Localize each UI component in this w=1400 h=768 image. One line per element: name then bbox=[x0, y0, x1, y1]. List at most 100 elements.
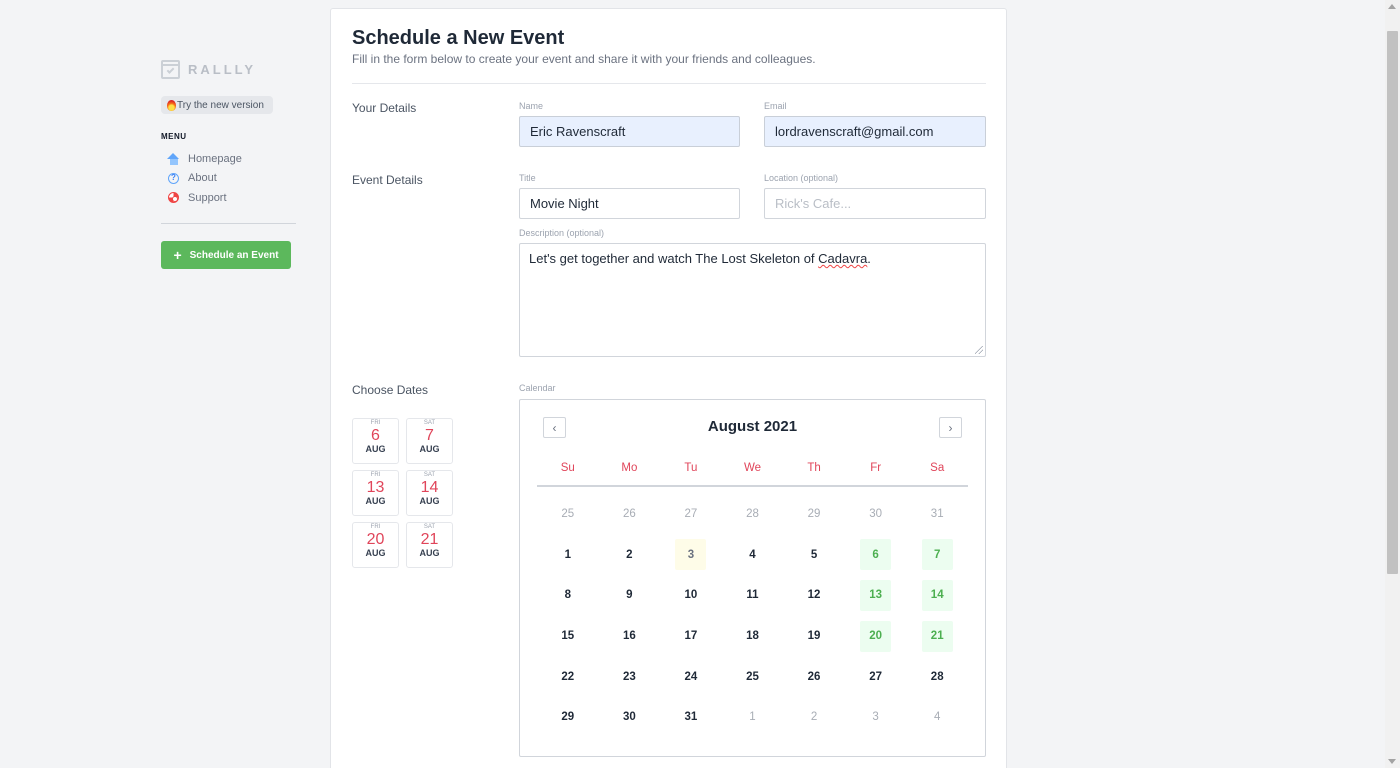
scroll-down-icon[interactable] bbox=[1388, 759, 1396, 764]
menu-item-homepage[interactable]: Homepage bbox=[167, 152, 296, 167]
scrollbar-thumb[interactable] bbox=[1387, 31, 1398, 574]
flame-icon bbox=[167, 99, 176, 111]
calendar-day[interactable]: 4 bbox=[737, 539, 768, 570]
chip-day: 21 bbox=[420, 531, 439, 548]
calendar-day-selected[interactable]: 21 bbox=[921, 620, 953, 652]
description-misspelled-word: Cadavra bbox=[818, 251, 868, 266]
calendar-day[interactable]: 1 bbox=[737, 702, 768, 733]
calendar-day[interactable]: 12 bbox=[799, 580, 830, 611]
schedule-event-label: Schedule an Event bbox=[189, 249, 279, 261]
calendar-day[interactable]: 17 bbox=[675, 621, 706, 652]
calendar-day[interactable]: 22 bbox=[552, 661, 583, 692]
location-input[interactable]: Rick's Cafe... bbox=[764, 188, 986, 219]
calendar-day[interactable]: 26 bbox=[799, 661, 830, 692]
calendar-day-today[interactable]: 3 bbox=[675, 539, 707, 571]
selected-date-chip[interactable]: SAT 21 AUG bbox=[406, 522, 453, 568]
calendar-day[interactable]: 24 bbox=[675, 661, 706, 692]
menu-list: Homepage ? About Support bbox=[161, 152, 296, 206]
calendar-day[interactable]: 9 bbox=[614, 580, 645, 611]
selected-date-chip[interactable]: SAT 7 AUG bbox=[406, 418, 453, 464]
calendar-cell: 10 bbox=[660, 575, 722, 616]
resize-handle-icon[interactable] bbox=[975, 346, 983, 354]
calendar-cell: 1 bbox=[722, 697, 784, 738]
selected-date-chip[interactable]: FRI 20 AUG bbox=[352, 522, 399, 568]
calendar-day[interactable]: 26 bbox=[614, 499, 645, 530]
calendar-day[interactable]: 30 bbox=[860, 499, 891, 530]
calendar-day[interactable]: 30 bbox=[614, 702, 645, 733]
name-input[interactable]: Eric Ravenscraft bbox=[519, 116, 740, 147]
calendar-day[interactable]: 3 bbox=[860, 702, 891, 733]
weekday-label: Th bbox=[807, 462, 821, 474]
calendar-day[interactable]: 18 bbox=[737, 621, 768, 652]
scroll-up-icon[interactable] bbox=[1388, 4, 1396, 9]
chip-weekday: SAT bbox=[423, 472, 436, 478]
page-subtitle: Fill in the form below to create your ev… bbox=[352, 52, 816, 66]
calendar-day[interactable]: 29 bbox=[799, 499, 830, 530]
calendar-day-selected[interactable]: 13 bbox=[860, 579, 892, 611]
calendar-cell: 14 bbox=[906, 575, 968, 616]
calendar-cell: 22 bbox=[537, 656, 599, 697]
lifebuoy-icon bbox=[167, 191, 180, 204]
calendar-day[interactable]: 2 bbox=[799, 702, 830, 733]
calendar-cell: 27 bbox=[660, 494, 722, 535]
calendar-day[interactable]: 31 bbox=[675, 702, 706, 733]
calendar-day[interactable]: 25 bbox=[552, 499, 583, 530]
calendar-day-selected[interactable]: 7 bbox=[921, 539, 953, 571]
choose-dates-label: Choose Dates bbox=[352, 383, 429, 397]
calendar-cell: 24 bbox=[660, 656, 722, 697]
chip-day: 13 bbox=[366, 479, 385, 496]
next-month-button[interactable]: › bbox=[939, 417, 962, 438]
calendar-cell: 1 bbox=[537, 535, 599, 576]
calendar-cell: 17 bbox=[660, 616, 722, 657]
calendar-cell: 2 bbox=[599, 535, 661, 576]
title-input[interactable]: Movie Night bbox=[519, 188, 740, 219]
chevron-right-icon: › bbox=[948, 420, 953, 435]
calendar-cell: 20 bbox=[845, 616, 907, 657]
selected-date-chip[interactable]: FRI 6 AUG bbox=[352, 418, 399, 464]
calendar-cell: 9 bbox=[599, 575, 661, 616]
menu-item-support[interactable]: Support bbox=[167, 191, 296, 206]
weekday-label: Mo bbox=[621, 462, 638, 474]
schedule-event-button[interactable]: + Schedule an Event bbox=[161, 241, 291, 269]
calendar-day[interactable]: 25 bbox=[737, 661, 768, 692]
logo[interactable]: RALLLY bbox=[161, 58, 296, 80]
calendar-day[interactable]: 29 bbox=[552, 702, 583, 733]
calendar-day[interactable]: 1 bbox=[552, 539, 583, 570]
calendar-day[interactable]: 10 bbox=[675, 580, 706, 611]
calendar-day-selected[interactable]: 6 bbox=[860, 539, 892, 571]
calendar-day[interactable]: 5 bbox=[799, 539, 830, 570]
menu-item-about[interactable]: ? About bbox=[167, 171, 296, 186]
calendar-day[interactable]: 28 bbox=[737, 499, 768, 530]
calendar-day[interactable]: 11 bbox=[737, 580, 768, 611]
weekday-label: Fr bbox=[870, 462, 882, 474]
location-label: Location (optional) bbox=[764, 173, 839, 183]
calendar-day[interactable]: 2 bbox=[614, 539, 645, 570]
calendar-label: Calendar bbox=[519, 383, 556, 393]
calendar-cell: 5 bbox=[783, 535, 845, 576]
calendar-cell: 12 bbox=[783, 575, 845, 616]
calendar-day[interactable]: 19 bbox=[799, 621, 830, 652]
calendar-day[interactable]: 27 bbox=[860, 661, 891, 692]
calendar-day[interactable]: 16 bbox=[614, 621, 645, 652]
calendar-day[interactable]: 28 bbox=[922, 661, 953, 692]
calendar-day-selected[interactable]: 14 bbox=[921, 579, 953, 611]
calendar-day[interactable]: 31 bbox=[922, 499, 953, 530]
email-input[interactable]: lordravenscraft@gmail.com bbox=[764, 116, 986, 147]
selected-date-chip[interactable]: FRI 13 AUG bbox=[352, 470, 399, 516]
logo-text: RALLLY bbox=[188, 61, 257, 77]
page-scrollbar[interactable] bbox=[1385, 0, 1400, 768]
calendar-cell: 21 bbox=[906, 616, 968, 657]
try-new-version-label: Try the new version bbox=[177, 99, 264, 111]
calendar-day[interactable]: 4 bbox=[922, 702, 953, 733]
try-new-version-button[interactable]: Try the new version bbox=[161, 96, 273, 114]
title-label: Title bbox=[519, 173, 536, 183]
weekday-header: Su Mo Tu We Th Fr Sa bbox=[537, 462, 968, 474]
calendar-day[interactable]: 23 bbox=[614, 661, 645, 692]
calendar-day[interactable]: 15 bbox=[552, 621, 583, 652]
calendar-day[interactable]: 27 bbox=[675, 499, 706, 530]
description-textarea[interactable]: Let's get together and watch The Lost Sk… bbox=[519, 243, 986, 357]
calendar-day-selected[interactable]: 20 bbox=[860, 620, 892, 652]
selected-date-chip[interactable]: SAT 14 AUG bbox=[406, 470, 453, 516]
calendar-day[interactable]: 8 bbox=[552, 580, 583, 611]
calendar-cell: 3 bbox=[845, 697, 907, 738]
